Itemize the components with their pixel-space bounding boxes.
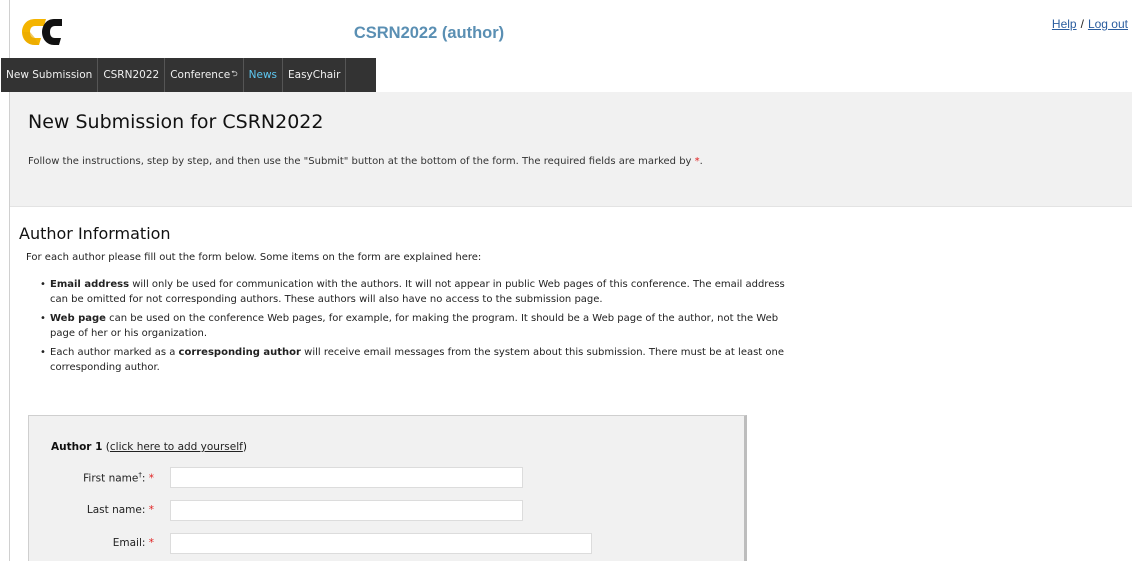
first-name-input[interactable]	[170, 467, 523, 488]
first-name-row: First name†: *	[29, 467, 744, 489]
explanation: can be used on the conference Web pages,…	[50, 313, 779, 339]
nav-bar-wrapper: New Submission CSRN2022 Conference ⮌ News…	[1, 58, 1132, 92]
required-mark: *	[148, 472, 154, 485]
page: CSRN2022 (author) Help / Log out New Submi…	[1, 0, 1132, 561]
nav-item-label: Conference	[170, 69, 231, 81]
intro-text: Follow the instructions, step by step, a…	[28, 156, 695, 167]
nav-menu: New Submission CSRN2022 Conference ⮌ News…	[1, 58, 376, 92]
field-label-text: Last name:	[86, 504, 146, 516]
list-item: • Web page can be used on the conference …	[40, 311, 800, 341]
list-item: • Each author marked as a corresponding a…	[40, 345, 800, 375]
nav-item-easychair[interactable]: EasyChair	[283, 58, 347, 92]
nav-item-label: New Submission	[6, 69, 93, 81]
section-lead: For each author please fill out the form…	[26, 252, 482, 263]
nav-item-label: CSRN2022	[103, 69, 160, 81]
logout-link[interactable]: Log out	[1088, 17, 1128, 31]
bullet-icon: •	[40, 279, 46, 290]
site-title: CSRN2022 (author)	[353, 24, 505, 42]
last-name-input[interactable]	[170, 500, 523, 521]
add-yourself-link[interactable]: click here to add yourself	[110, 441, 243, 453]
explanation: will only be used for communication with…	[50, 279, 785, 305]
nav-item-news[interactable]: News	[244, 58, 283, 92]
dagger-mark: †	[138, 471, 142, 479]
bullet-icon: •	[40, 313, 46, 324]
help-link[interactable]: Help	[1052, 17, 1077, 31]
required-mark: *	[148, 504, 154, 516]
list-item: • Email address will only be used for com…	[40, 277, 800, 307]
field-label-text: First name	[83, 472, 139, 485]
term: Email address	[50, 279, 130, 290]
email-label: Email: *	[113, 537, 154, 549]
email-row: Email: *	[29, 533, 744, 555]
nav-item-label: News	[248, 69, 277, 81]
nav-item-conference[interactable]: Conference ⮌	[165, 58, 244, 92]
last-name-row: Last name: *	[29, 500, 744, 522]
author-1-form: Author 1 (click here to add yourself) Fi…	[28, 415, 747, 561]
nav-item-csrn2022[interactable]: CSRN2022	[98, 58, 166, 92]
field-label-text: Email:	[112, 537, 146, 549]
intro-section: New Submission for CSRN2022 Follow the i…	[10, 92, 1132, 207]
term: Web page	[50, 313, 106, 324]
required-mark: *	[148, 537, 154, 549]
nav-bar: New Submission CSRN2022 Conference ⮌ News…	[1, 58, 1132, 92]
term: corresponding author	[178, 347, 301, 358]
explanation-list: • Email address will only be used for com…	[40, 277, 800, 379]
explanation-prefix: Each author marked as a	[50, 347, 179, 358]
email-input[interactable]	[170, 533, 592, 554]
page-title: New Submission for CSRN2022	[28, 111, 324, 133]
author-number: Author 1	[51, 441, 103, 453]
nav-item-new-submission[interactable]: New Submission	[1, 58, 99, 92]
return-arrow-icon: ⮌	[231, 69, 238, 78]
last-name-label: Last name: *	[87, 504, 154, 516]
section-heading: Author Information	[19, 224, 171, 243]
nav-item-label: EasyChair	[288, 69, 341, 81]
link-separator: /	[1080, 17, 1084, 31]
author-title: Author 1 (click here to add yourself)	[51, 441, 247, 453]
first-name-label: First name†: *	[83, 471, 154, 485]
top-links: Help / Log out	[1052, 17, 1128, 31]
intro-instructions: Follow the instructions, step by step, a…	[28, 154, 788, 170]
intro-text-end: .	[699, 156, 703, 167]
top-header: CSRN2022 (author) Help / Log out	[10, 0, 1132, 58]
bullet-icon: •	[40, 347, 46, 358]
